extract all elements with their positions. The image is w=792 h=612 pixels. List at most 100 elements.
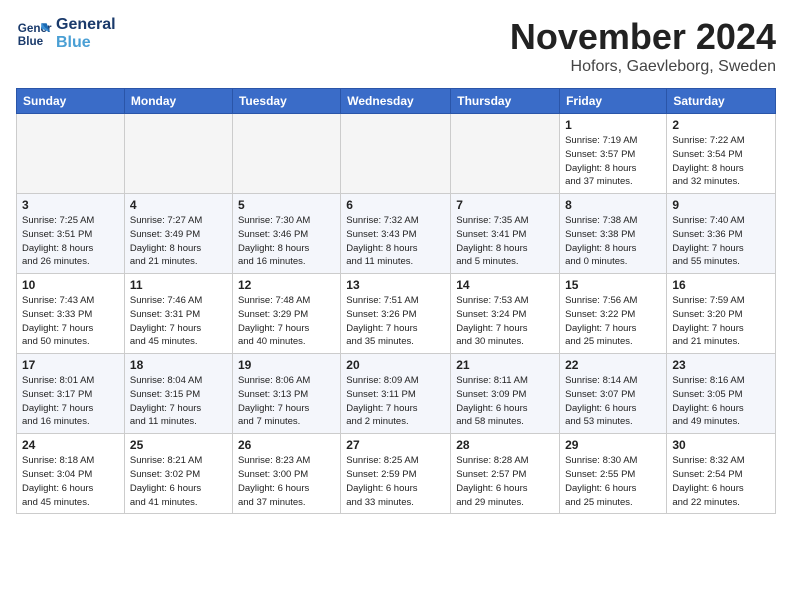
- day-number: 6: [346, 198, 445, 212]
- calendar-cell: 18Sunrise: 8:04 AM Sunset: 3:15 PM Dayli…: [124, 354, 232, 434]
- day-info: Sunrise: 7:19 AM Sunset: 3:57 PM Dayligh…: [565, 134, 661, 189]
- weekday-header-thursday: Thursday: [451, 89, 560, 114]
- day-number: 28: [456, 438, 554, 452]
- day-info: Sunrise: 8:23 AM Sunset: 3:00 PM Dayligh…: [238, 454, 335, 509]
- day-number: 13: [346, 278, 445, 292]
- day-number: 20: [346, 358, 445, 372]
- calendar-cell: 14 Sunrise: 7:53 AM Sunset: 3:24 PM Dayli…: [451, 274, 560, 354]
- day-number: 23: [672, 358, 770, 372]
- calendar-cell: 5Sunrise: 7:30 AM Sunset: 3:46 PM Daylig…: [232, 194, 340, 274]
- weekday-header-wednesday: Wednesday: [341, 89, 451, 114]
- weekday-header-monday: Monday: [124, 89, 232, 114]
- calendar-cell: 22 Sunrise: 8:14 AM Sunset: 3:07 PM Dayli…: [560, 354, 667, 434]
- calendar-cell: 11 Sunrise: 7:46 AM Sunset: 3:31 PM Dayli…: [124, 274, 232, 354]
- calendar-week-row: 3 Sunrise: 7:25 AM Sunset: 3:51 PM Daylig…: [17, 194, 776, 274]
- calendar-cell: 13 Sunrise: 7:51 AM Sunset: 3:26 PM Dayli…: [341, 274, 451, 354]
- day-number: 1: [565, 118, 661, 132]
- calendar-cell: 25 Sunrise: 8:21 AM Sunset: 3:02 PM Dayli…: [124, 434, 232, 514]
- location-subtitle: Hofors, Gaevleborg, Sweden: [510, 58, 776, 76]
- calendar-cell: [341, 114, 451, 194]
- day-number: 18: [130, 358, 227, 372]
- day-number: 3: [22, 198, 119, 212]
- logo-icon: General Blue: [16, 16, 52, 52]
- calendar-cell: 6 Sunrise: 7:32 AM Sunset: 3:43 PM Daylig…: [341, 194, 451, 274]
- logo-line1: General: [56, 16, 116, 34]
- day-info: Sunrise: 7:32 AM Sunset: 3:43 PM Dayligh…: [346, 214, 445, 269]
- day-number: 19: [238, 358, 335, 372]
- day-info: Sunrise: 7:43 AM Sunset: 3:33 PM Dayligh…: [22, 294, 119, 349]
- day-number: 14: [456, 278, 554, 292]
- calendar-cell: 12Sunrise: 7:48 AM Sunset: 3:29 PM Dayli…: [232, 274, 340, 354]
- calendar-cell: 7 Sunrise: 7:35 AM Sunset: 3:41 PM Daylig…: [451, 194, 560, 274]
- day-info: Sunrise: 7:27 AM Sunset: 3:49 PM Dayligh…: [130, 214, 227, 269]
- calendar-cell: 8Sunrise: 7:38 AM Sunset: 3:38 PM Daylig…: [560, 194, 667, 274]
- day-number: 26: [238, 438, 335, 452]
- calendar-cell: 15Sunrise: 7:56 AM Sunset: 3:22 PM Dayli…: [560, 274, 667, 354]
- day-info: Sunrise: 8:18 AM Sunset: 3:04 PM Dayligh…: [22, 454, 119, 509]
- day-info: Sunrise: 8:11 AM Sunset: 3:09 PM Dayligh…: [456, 374, 554, 429]
- calendar-cell: [451, 114, 560, 194]
- day-number: 29: [565, 438, 661, 452]
- calendar-cell: 24 Sunrise: 8:18 AM Sunset: 3:04 PM Dayli…: [17, 434, 125, 514]
- day-number: 2: [672, 118, 770, 132]
- weekday-header-sunday: Sunday: [17, 89, 125, 114]
- day-number: 10: [22, 278, 119, 292]
- calendar-cell: 17 Sunrise: 8:01 AM Sunset: 3:17 PM Dayli…: [17, 354, 125, 434]
- day-info: Sunrise: 7:25 AM Sunset: 3:51 PM Dayligh…: [22, 214, 119, 269]
- calendar-week-row: 10 Sunrise: 7:43 AM Sunset: 3:33 PM Dayli…: [17, 274, 776, 354]
- calendar-table: SundayMondayTuesdayWednesdayThursdayFrid…: [16, 88, 776, 514]
- calendar-cell: 29 Sunrise: 8:30 AM Sunset: 2:55 PM Dayli…: [560, 434, 667, 514]
- day-info: Sunrise: 7:51 AM Sunset: 3:26 PM Dayligh…: [346, 294, 445, 349]
- day-info: Sunrise: 7:38 AM Sunset: 3:38 PM Dayligh…: [565, 214, 661, 269]
- calendar-cell: [17, 114, 125, 194]
- svg-text:Blue: Blue: [18, 35, 44, 48]
- day-number: 27: [346, 438, 445, 452]
- day-info: Sunrise: 8:21 AM Sunset: 3:02 PM Dayligh…: [130, 454, 227, 509]
- day-number: 5: [238, 198, 335, 212]
- calendar-week-row: 1 Sunrise: 7:19 AM Sunset: 3:57 PM Daylig…: [17, 114, 776, 194]
- day-info: Sunrise: 8:28 AM Sunset: 2:57 PM Dayligh…: [456, 454, 554, 509]
- day-info: Sunrise: 7:46 AM Sunset: 3:31 PM Dayligh…: [130, 294, 227, 349]
- day-number: 7: [456, 198, 554, 212]
- calendar-cell: 10 Sunrise: 7:43 AM Sunset: 3:33 PM Dayli…: [17, 274, 125, 354]
- day-info: Sunrise: 8:32 AM Sunset: 2:54 PM Dayligh…: [672, 454, 770, 509]
- calendar-cell: 2 Sunrise: 7:22 AM Sunset: 3:54 PM Daylig…: [667, 114, 776, 194]
- day-number: 24: [22, 438, 119, 452]
- day-number: 12: [238, 278, 335, 292]
- day-number: 17: [22, 358, 119, 372]
- calendar-cell: 4 Sunrise: 7:27 AM Sunset: 3:49 PM Daylig…: [124, 194, 232, 274]
- calendar-cell: 28 Sunrise: 8:28 AM Sunset: 2:57 PM Dayli…: [451, 434, 560, 514]
- calendar-week-row: 17 Sunrise: 8:01 AM Sunset: 3:17 PM Dayli…: [17, 354, 776, 434]
- day-info: Sunrise: 8:30 AM Sunset: 2:55 PM Dayligh…: [565, 454, 661, 509]
- day-info: Sunrise: 7:35 AM Sunset: 3:41 PM Dayligh…: [456, 214, 554, 269]
- day-number: 9: [672, 198, 770, 212]
- month-title: November 2024: [510, 16, 776, 58]
- page-header: General Blue General Blue November 2024 …: [16, 16, 776, 76]
- calendar-cell: 9 Sunrise: 7:40 AM Sunset: 3:36 PM Daylig…: [667, 194, 776, 274]
- day-info: Sunrise: 7:56 AM Sunset: 3:22 PM Dayligh…: [565, 294, 661, 349]
- title-block: November 2024 Hofors, Gaevleborg, Sweden: [510, 16, 776, 76]
- day-info: Sunrise: 8:14 AM Sunset: 3:07 PM Dayligh…: [565, 374, 661, 429]
- calendar-cell: [124, 114, 232, 194]
- calendar-cell: [232, 114, 340, 194]
- calendar-cell: 20 Sunrise: 8:09 AM Sunset: 3:11 PM Dayli…: [341, 354, 451, 434]
- day-number: 16: [672, 278, 770, 292]
- day-number: 11: [130, 278, 227, 292]
- day-info: Sunrise: 7:59 AM Sunset: 3:20 PM Dayligh…: [672, 294, 770, 349]
- calendar-cell: 16 Sunrise: 7:59 AM Sunset: 3:20 PM Dayli…: [667, 274, 776, 354]
- logo-line2: Blue: [56, 34, 116, 52]
- day-info: Sunrise: 7:22 AM Sunset: 3:54 PM Dayligh…: [672, 134, 770, 189]
- calendar-cell: 23Sunrise: 8:16 AM Sunset: 3:05 PM Dayli…: [667, 354, 776, 434]
- day-info: Sunrise: 8:01 AM Sunset: 3:17 PM Dayligh…: [22, 374, 119, 429]
- day-number: 25: [130, 438, 227, 452]
- day-info: Sunrise: 8:09 AM Sunset: 3:11 PM Dayligh…: [346, 374, 445, 429]
- calendar-cell: 3 Sunrise: 7:25 AM Sunset: 3:51 PM Daylig…: [17, 194, 125, 274]
- day-info: Sunrise: 7:53 AM Sunset: 3:24 PM Dayligh…: [456, 294, 554, 349]
- calendar-cell: 21Sunrise: 8:11 AM Sunset: 3:09 PM Dayli…: [451, 354, 560, 434]
- day-number: 22: [565, 358, 661, 372]
- weekday-header-friday: Friday: [560, 89, 667, 114]
- day-info: Sunrise: 7:40 AM Sunset: 3:36 PM Dayligh…: [672, 214, 770, 269]
- calendar-cell: 26 Sunrise: 8:23 AM Sunset: 3:00 PM Dayli…: [232, 434, 340, 514]
- day-info: Sunrise: 8:25 AM Sunset: 2:59 PM Dayligh…: [346, 454, 445, 509]
- day-number: 4: [130, 198, 227, 212]
